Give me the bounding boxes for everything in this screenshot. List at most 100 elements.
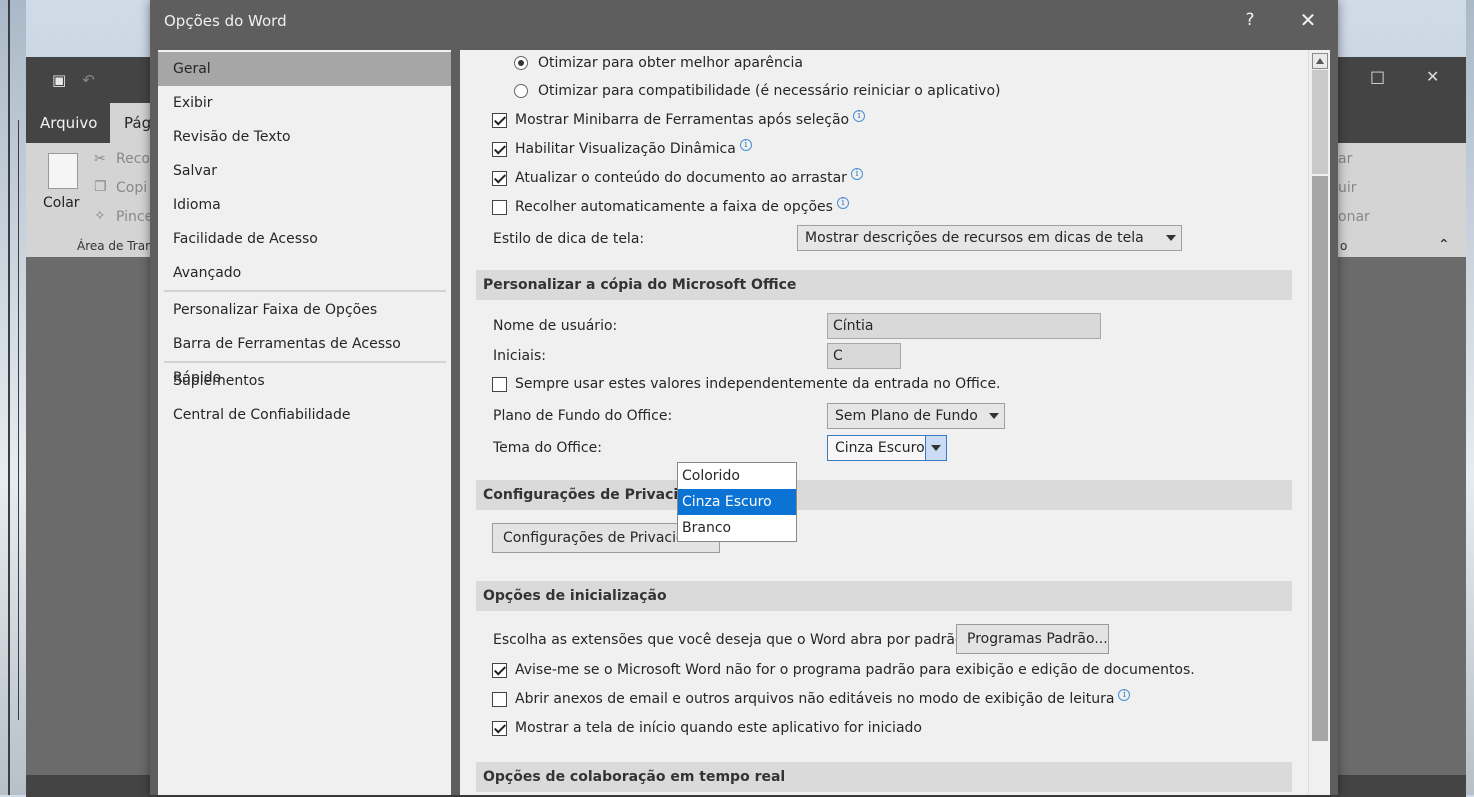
theme-option-cinza-escuro[interactable]: Cinza Escuro xyxy=(678,489,796,515)
ribbon-right-group-label: o xyxy=(1340,239,1348,253)
radio-appearance-row[interactable]: Otimizar para obter melhor aparência xyxy=(514,53,803,73)
update-drag-label: Atualizar o conteúdo do documento ao arr… xyxy=(515,170,847,186)
ribbon-right-item-3[interactable]: onar xyxy=(1338,209,1370,225)
theme-value: Cinza Escuro xyxy=(835,440,925,456)
theme-select[interactable]: Cinza Escuro xyxy=(827,435,947,461)
copy-icon: ❐ xyxy=(94,179,107,195)
section-privacy: Configurações de Privacidade xyxy=(476,480,1292,510)
nav-item-geral[interactable]: Geral xyxy=(158,52,451,86)
nav-item-revisao[interactable]: Revisão de Texto xyxy=(158,120,451,154)
live-preview-checkbox[interactable] xyxy=(492,141,507,157)
ribbon-right-item-1[interactable]: ar xyxy=(1338,151,1352,167)
extensions-label: Escolha as extensões que você deseja que… xyxy=(493,632,969,648)
collapse-ribbon-icon[interactable]: ⌃ xyxy=(1438,237,1450,253)
background-value: Sem Plano de Fundo xyxy=(835,408,978,424)
default-programs-button[interactable]: Programas Padrão... xyxy=(956,624,1109,654)
radio-appearance[interactable] xyxy=(514,56,528,70)
clipboard-icon xyxy=(48,153,78,189)
info-icon: i xyxy=(836,197,849,209)
clipboard-group-label: Área de Trar xyxy=(77,239,151,253)
always-use-label: Sempre usar estes valores independenteme… xyxy=(515,376,1001,392)
tooltip-style-select[interactable]: Mostrar descrições de recursos em dicas … xyxy=(797,225,1182,251)
nav-item-personalizar-faixa[interactable]: Personalizar Faixa de Opções xyxy=(158,293,451,327)
chevron-down-icon xyxy=(989,413,999,419)
nav-item-barra-acesso-rapido[interactable]: Barra de Ferramentas de Acesso Rápido xyxy=(158,327,451,386)
options-content: Otimizar para obter melhor aparência Oti… xyxy=(460,50,1308,795)
live-preview-row[interactable]: Habilitar Visualização Dinâmica i xyxy=(492,139,752,159)
start-screen-checkbox[interactable] xyxy=(492,720,507,736)
radio-compat-label: Otimizar para compatibilidade (é necessá… xyxy=(538,83,1001,99)
section-startup: Opções de inicialização xyxy=(476,581,1292,611)
section-collab: Opções de colaboração em tempo real xyxy=(476,762,1292,792)
minibar-row[interactable]: Mostrar Minibarra de Ferramentas após se… xyxy=(492,110,866,130)
minibar-label: Mostrar Minibarra de Ferramentas após se… xyxy=(515,112,850,128)
theme-label: Tema do Office: xyxy=(493,440,602,456)
save-icon[interactable]: ▣ xyxy=(52,71,66,89)
initials-label: Iniciais: xyxy=(493,348,546,364)
paste-button[interactable]: Colar xyxy=(43,195,80,211)
info-icon: i xyxy=(853,110,866,122)
initials-input[interactable]: C xyxy=(827,343,901,369)
nav-item-acessibilidade[interactable]: Facilidade de Acesso xyxy=(158,222,451,256)
desktop-background-right xyxy=(1466,0,1474,795)
info-icon: i xyxy=(739,139,752,151)
chevron-down-icon[interactable] xyxy=(925,436,946,460)
open-attachments-checkbox[interactable] xyxy=(492,691,507,707)
maximize-icon[interactable]: □ xyxy=(1370,67,1385,86)
nav-divider xyxy=(164,361,446,363)
close-button[interactable]: ✕ xyxy=(1296,8,1320,32)
tooltip-style-value: Mostrar descrições de recursos em dicas … xyxy=(805,230,1144,246)
always-use-checkbox[interactable] xyxy=(492,376,507,392)
radio-compat-row[interactable]: Otimizar para compatibilidade (é necessá… xyxy=(514,81,1001,101)
minibar-checkbox[interactable] xyxy=(492,112,507,128)
live-preview-label: Habilitar Visualização Dinâmica xyxy=(515,141,736,157)
format-painter-button[interactable]: Pince xyxy=(116,209,153,225)
tooltip-style-label: Estilo de dica de tela: xyxy=(493,231,645,247)
nav-item-idioma[interactable]: Idioma xyxy=(158,188,451,222)
nav-item-exibir[interactable]: Exibir xyxy=(158,86,451,120)
content-scrollbar[interactable] xyxy=(1308,50,1330,795)
tab-file[interactable]: Arquivo xyxy=(26,103,111,143)
notify-default-row[interactable]: Avise-me se o Microsoft Word não for o p… xyxy=(492,660,1195,680)
nav-item-salvar[interactable]: Salvar xyxy=(158,154,451,188)
background-select[interactable]: Sem Plano de Fundo xyxy=(827,403,1005,429)
scroll-track[interactable] xyxy=(1312,70,1328,174)
open-attachments-label: Abrir anexos de email e outros arquivos … xyxy=(515,691,1115,707)
notify-default-checkbox[interactable] xyxy=(492,662,507,678)
format-painter-icon: ✧ xyxy=(94,208,106,224)
nav-item-central-confiabilidade[interactable]: Central de Confiabilidade xyxy=(158,398,451,432)
open-attachments-row[interactable]: Abrir anexos de email e outros arquivos … xyxy=(492,689,1131,709)
undo-icon[interactable]: ↶ xyxy=(82,71,95,89)
window-close-icon[interactable]: ✕ xyxy=(1426,67,1439,86)
background-label: Plano de Fundo do Office: xyxy=(493,408,673,424)
ribbon-right-item-2[interactable]: uir xyxy=(1338,180,1357,196)
nav-item-avancado[interactable]: Avançado xyxy=(158,256,451,290)
quick-access-toolbar: ▣ ↶ xyxy=(52,71,95,89)
username-input[interactable]: Cíntia xyxy=(827,313,1101,339)
always-use-row[interactable]: Sempre usar estes valores independenteme… xyxy=(492,374,1001,394)
scroll-thumb[interactable] xyxy=(1312,176,1328,741)
start-screen-row[interactable]: Mostrar a tela de início quando este apl… xyxy=(492,718,922,738)
collapse-ribbon-checkbox[interactable] xyxy=(492,199,507,215)
theme-option-colorido[interactable]: Colorido xyxy=(678,463,796,489)
nav-divider xyxy=(164,290,446,292)
notify-default-label: Avise-me se o Microsoft Word não for o p… xyxy=(515,662,1195,678)
collapse-ribbon-row[interactable]: Recolher automaticamente a faixa de opçõ… xyxy=(492,197,849,217)
update-drag-row[interactable]: Atualizar o conteúdo do documento ao arr… xyxy=(492,168,863,188)
nav-item-suplementos[interactable]: Suplementos xyxy=(158,364,451,398)
copy-button[interactable]: Copi xyxy=(116,180,147,196)
theme-dropdown-list: Colorido Cinza Escuro Branco xyxy=(677,462,797,542)
options-dialog: Opções do Word ? ✕ Geral Exibir Revisão … xyxy=(150,0,1338,795)
help-button[interactable]: ? xyxy=(1240,10,1260,30)
update-drag-checkbox[interactable] xyxy=(492,170,507,186)
section-personalize: Personalizar a cópia do Microsoft Office xyxy=(476,270,1292,300)
radio-compat[interactable] xyxy=(514,84,528,98)
theme-option-branco[interactable]: Branco xyxy=(678,515,796,541)
start-screen-label: Mostrar a tela de início quando este apl… xyxy=(515,720,922,736)
dialog-title: Opções do Word xyxy=(164,12,287,30)
desktop-background-left xyxy=(0,0,26,795)
cut-button[interactable]: Reco xyxy=(116,151,150,167)
scroll-up-icon[interactable] xyxy=(1312,53,1328,69)
scissors-icon: ✂ xyxy=(94,151,106,167)
username-label: Nome de usuário: xyxy=(493,318,618,334)
